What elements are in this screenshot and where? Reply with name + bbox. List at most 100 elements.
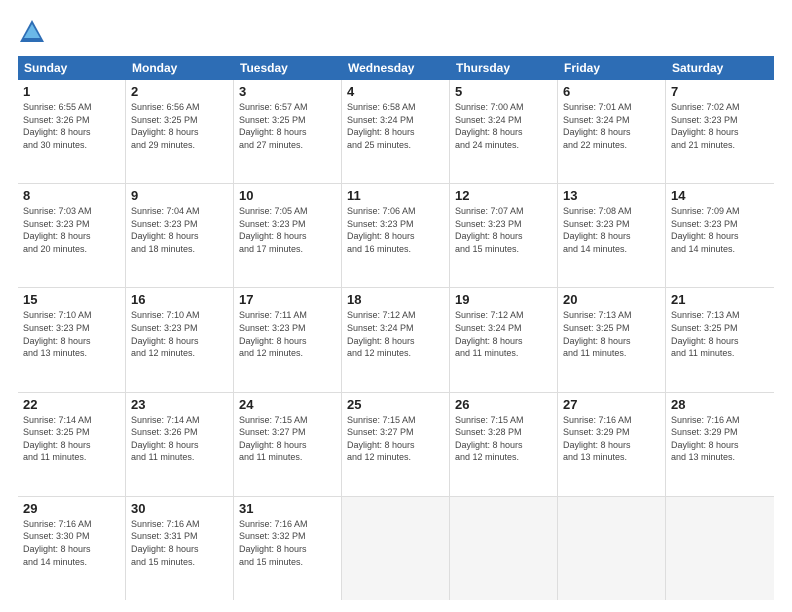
calendar-header: SundayMondayTuesdayWednesdayThursdayFrid… (18, 56, 774, 80)
header-day-monday: Monday (126, 56, 234, 80)
day-number: 15 (23, 292, 120, 307)
day-number: 3 (239, 84, 336, 99)
week-row-4: 22 Sunrise: 7:14 AM Sunset: 3:25 PM Dayli… (18, 393, 774, 497)
day-cell-31: 31 Sunrise: 7:16 AM Sunset: 3:32 PM Dayli… (234, 497, 342, 600)
day-number: 17 (239, 292, 336, 307)
day-number: 14 (671, 188, 769, 203)
day-info: Sunrise: 7:06 AM Sunset: 3:23 PM Dayligh… (347, 205, 444, 255)
week-row-5: 29Sunrise: 7:16 AM Sunset: 3:30 PM Dayli… (18, 497, 774, 600)
day-number: 27 (563, 397, 660, 412)
day-info: Sunrise: 7:16 AM Sunset: 3:29 PM Dayligh… (671, 414, 769, 464)
day-number: 21 (671, 292, 769, 307)
logo (18, 18, 50, 46)
empty-cell (666, 497, 774, 600)
day-number: 9 (131, 188, 228, 203)
day-info: Sunrise: 7:03 AM Sunset: 3:23 PM Dayligh… (23, 205, 120, 255)
day-cell-17: 17 Sunrise: 7:11 AM Sunset: 3:23 PM Dayli… (234, 288, 342, 391)
header (18, 18, 774, 46)
week-row-3: 15 Sunrise: 7:10 AM Sunset: 3:23 PM Dayli… (18, 288, 774, 392)
day-info: Sunrise: 7:05 AM Sunset: 3:23 PM Dayligh… (239, 205, 336, 255)
day-cell-19: 19 Sunrise: 7:12 AM Sunset: 3:24 PM Dayli… (450, 288, 558, 391)
day-info: Sunrise: 6:55 AM Sunset: 3:26 PM Dayligh… (23, 101, 120, 151)
day-cell-5: 5 Sunrise: 7:00 AM Sunset: 3:24 PM Daylig… (450, 80, 558, 183)
day-number: 1 (23, 84, 120, 99)
day-cell-15: 15 Sunrise: 7:10 AM Sunset: 3:23 PM Dayli… (18, 288, 126, 391)
calendar-body: 1 Sunrise: 6:55 AM Sunset: 3:26 PM Daylig… (18, 80, 774, 600)
day-info: Sunrise: 7:13 AM Sunset: 3:25 PM Dayligh… (563, 309, 660, 359)
header-day-friday: Friday (558, 56, 666, 80)
day-cell-28: 28Sunrise: 7:16 AM Sunset: 3:29 PM Dayli… (666, 393, 774, 496)
day-cell-11: 11 Sunrise: 7:06 AM Sunset: 3:23 PM Dayli… (342, 184, 450, 287)
day-cell-24: 24 Sunrise: 7:15 AM Sunset: 3:27 PM Dayli… (234, 393, 342, 496)
day-number: 24 (239, 397, 336, 412)
day-number: 12 (455, 188, 552, 203)
day-number: 7 (671, 84, 769, 99)
day-info: Sunrise: 7:00 AM Sunset: 3:24 PM Dayligh… (455, 101, 552, 151)
day-cell-26: 26 Sunrise: 7:15 AM Sunset: 3:28 PM Dayli… (450, 393, 558, 496)
day-number: 4 (347, 84, 444, 99)
empty-cell (450, 497, 558, 600)
day-number: 6 (563, 84, 660, 99)
day-cell-18: 18Sunrise: 7:12 AM Sunset: 3:24 PM Dayli… (342, 288, 450, 391)
day-info: Sunrise: 7:09 AM Sunset: 3:23 PM Dayligh… (671, 205, 769, 255)
day-cell-1: 1 Sunrise: 6:55 AM Sunset: 3:26 PM Daylig… (18, 80, 126, 183)
day-cell-30: 30 Sunrise: 7:16 AM Sunset: 3:31 PM Dayli… (126, 497, 234, 600)
day-info: Sunrise: 7:14 AM Sunset: 3:25 PM Dayligh… (23, 414, 120, 464)
week-row-1: 1 Sunrise: 6:55 AM Sunset: 3:26 PM Daylig… (18, 80, 774, 184)
day-info: Sunrise: 7:15 AM Sunset: 3:28 PM Dayligh… (455, 414, 552, 464)
day-info: Sunrise: 7:15 AM Sunset: 3:27 PM Dayligh… (239, 414, 336, 464)
day-info: Sunrise: 7:07 AM Sunset: 3:23 PM Dayligh… (455, 205, 552, 255)
empty-cell (558, 497, 666, 600)
day-number: 23 (131, 397, 228, 412)
day-number: 31 (239, 501, 336, 516)
day-number: 10 (239, 188, 336, 203)
day-info: Sunrise: 7:14 AM Sunset: 3:26 PM Dayligh… (131, 414, 228, 464)
day-info: Sunrise: 7:16 AM Sunset: 3:31 PM Dayligh… (131, 518, 228, 568)
day-cell-14: 14 Sunrise: 7:09 AM Sunset: 3:23 PM Dayli… (666, 184, 774, 287)
calendar: SundayMondayTuesdayWednesdayThursdayFrid… (18, 56, 774, 600)
header-day-tuesday: Tuesday (234, 56, 342, 80)
day-cell-3: 3 Sunrise: 6:57 AM Sunset: 3:25 PM Daylig… (234, 80, 342, 183)
day-cell-9: 9Sunrise: 7:04 AM Sunset: 3:23 PM Daylig… (126, 184, 234, 287)
day-cell-2: 2 Sunrise: 6:56 AM Sunset: 3:25 PM Daylig… (126, 80, 234, 183)
day-cell-23: 23 Sunrise: 7:14 AM Sunset: 3:26 PM Dayli… (126, 393, 234, 496)
day-info: Sunrise: 7:16 AM Sunset: 3:32 PM Dayligh… (239, 518, 336, 568)
day-info: Sunrise: 7:10 AM Sunset: 3:23 PM Dayligh… (23, 309, 120, 359)
empty-cell (342, 497, 450, 600)
day-cell-25: 25Sunrise: 7:15 AM Sunset: 3:27 PM Dayli… (342, 393, 450, 496)
day-number: 5 (455, 84, 552, 99)
day-info: Sunrise: 7:16 AM Sunset: 3:30 PM Dayligh… (23, 518, 120, 568)
day-number: 26 (455, 397, 552, 412)
day-number: 18 (347, 292, 444, 307)
day-info: Sunrise: 7:11 AM Sunset: 3:23 PM Dayligh… (239, 309, 336, 359)
day-cell-16: 16Sunrise: 7:10 AM Sunset: 3:23 PM Dayli… (126, 288, 234, 391)
day-cell-4: 4 Sunrise: 6:58 AM Sunset: 3:24 PM Daylig… (342, 80, 450, 183)
day-number: 11 (347, 188, 444, 203)
day-number: 30 (131, 501, 228, 516)
day-info: Sunrise: 7:15 AM Sunset: 3:27 PM Dayligh… (347, 414, 444, 464)
day-info: Sunrise: 6:57 AM Sunset: 3:25 PM Dayligh… (239, 101, 336, 151)
day-cell-27: 27 Sunrise: 7:16 AM Sunset: 3:29 PM Dayli… (558, 393, 666, 496)
day-cell-20: 20Sunrise: 7:13 AM Sunset: 3:25 PM Dayli… (558, 288, 666, 391)
day-info: Sunrise: 7:02 AM Sunset: 3:23 PM Dayligh… (671, 101, 769, 151)
day-info: Sunrise: 7:01 AM Sunset: 3:24 PM Dayligh… (563, 101, 660, 151)
day-number: 2 (131, 84, 228, 99)
day-info: Sunrise: 6:58 AM Sunset: 3:24 PM Dayligh… (347, 101, 444, 151)
day-info: Sunrise: 7:13 AM Sunset: 3:25 PM Dayligh… (671, 309, 769, 359)
header-day-wednesday: Wednesday (342, 56, 450, 80)
header-day-sunday: Sunday (18, 56, 126, 80)
header-day-saturday: Saturday (666, 56, 774, 80)
day-cell-13: 13 Sunrise: 7:08 AM Sunset: 3:23 PM Dayli… (558, 184, 666, 287)
day-cell-22: 22 Sunrise: 7:14 AM Sunset: 3:25 PM Dayli… (18, 393, 126, 496)
day-info: Sunrise: 7:16 AM Sunset: 3:29 PM Dayligh… (563, 414, 660, 464)
day-number: 13 (563, 188, 660, 203)
day-info: Sunrise: 6:56 AM Sunset: 3:25 PM Dayligh… (131, 101, 228, 151)
day-info: Sunrise: 7:10 AM Sunset: 3:23 PM Dayligh… (131, 309, 228, 359)
day-number: 19 (455, 292, 552, 307)
day-info: Sunrise: 7:08 AM Sunset: 3:23 PM Dayligh… (563, 205, 660, 255)
day-cell-21: 21 Sunrise: 7:13 AM Sunset: 3:25 PM Dayli… (666, 288, 774, 391)
day-cell-10: 10 Sunrise: 7:05 AM Sunset: 3:23 PM Dayli… (234, 184, 342, 287)
day-info: Sunrise: 7:12 AM Sunset: 3:24 PM Dayligh… (455, 309, 552, 359)
day-cell-12: 12 Sunrise: 7:07 AM Sunset: 3:23 PM Dayli… (450, 184, 558, 287)
day-number: 22 (23, 397, 120, 412)
